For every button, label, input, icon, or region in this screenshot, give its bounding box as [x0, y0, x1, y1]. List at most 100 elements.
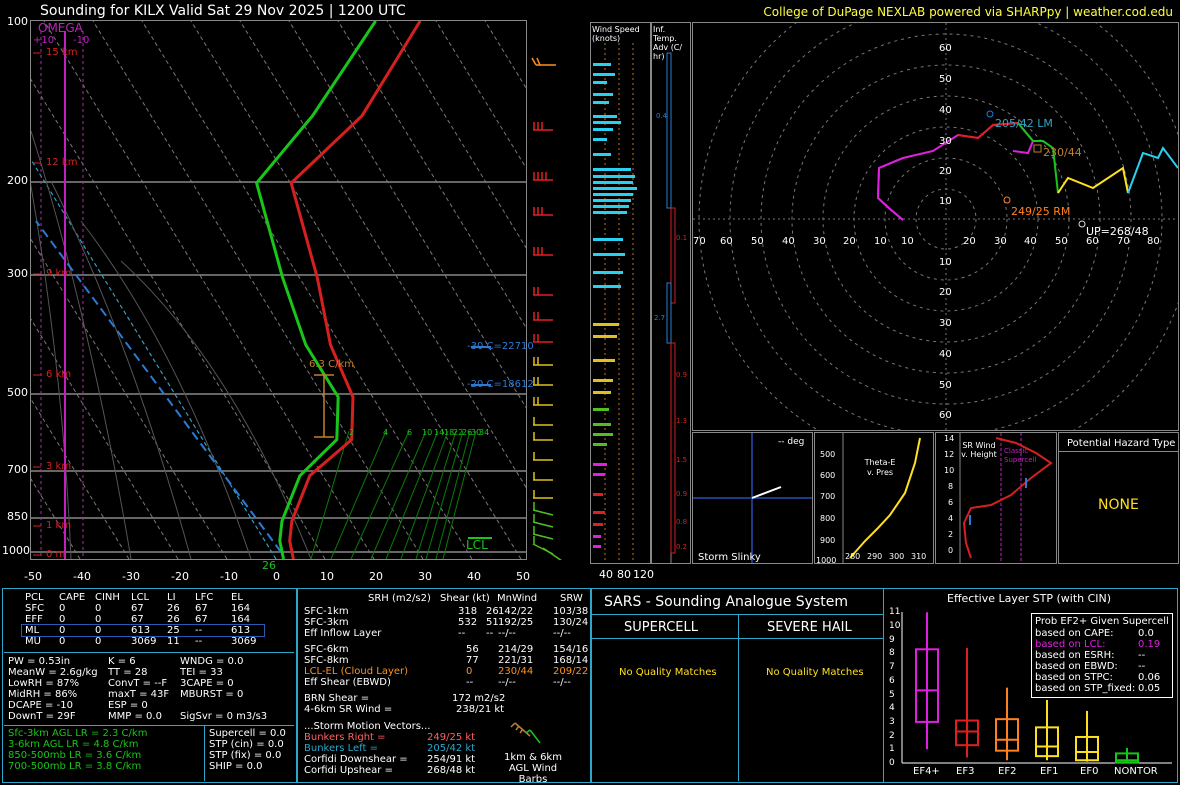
srwind-panel: SR Wind v. Height Classic Supercell 14 1… [935, 432, 1057, 564]
pcl-cell: 11 [167, 636, 180, 647]
temp-tick: 10 [320, 570, 334, 583]
pcl-cell: -- [195, 636, 203, 647]
hodo-up-label: UP=268/48 [1086, 225, 1149, 238]
hodo-x: 10 [901, 236, 914, 247]
stp-legend-value: 0.0 [1138, 628, 1154, 639]
barbs-caption: 1km & 6km AGL Wind Barbs [504, 752, 562, 785]
hodo-ring: 30 [939, 318, 952, 329]
kin-cell: 209/22 [553, 666, 589, 677]
kin-cell: 221/31 [498, 655, 534, 666]
temp-tick: -50 [24, 570, 42, 583]
wind-speed-panel: Wind Speed (knots) [590, 22, 651, 564]
index-value: DownT = 29F [8, 711, 76, 722]
hodo-x: 50 [1055, 236, 1068, 247]
pcl-hdr: PCL [25, 592, 44, 603]
sars-box [590, 588, 884, 783]
wind-speed-bar [593, 433, 613, 436]
stp-ytick: 5 [889, 689, 895, 700]
temp-adv-panel: Inf. Temp. Adv (C/ hr) 0.4 0.1 2.7 0.9 1… [651, 22, 691, 564]
wind-speed-bar [593, 511, 605, 514]
pcl-hdr: LFC [195, 592, 214, 603]
index-value: maxT = 43F [108, 689, 170, 700]
wind-barbs [531, 57, 562, 560]
hazard-title: Potential Hazard Type [1067, 438, 1176, 449]
pcl-cell: 613 [231, 625, 251, 636]
pcl-hdr: CAPE [59, 592, 86, 603]
hodo-ring: 30 [939, 136, 952, 147]
hodo-x: 20 [843, 236, 856, 247]
kin-cell: 0 [466, 666, 473, 677]
wind-speed-tick: 80 [617, 568, 631, 581]
temp-adv-value: 0.1 [676, 234, 688, 242]
temp-adv-value: 0.9 [676, 490, 688, 498]
mixing-label: 34 [479, 428, 490, 437]
temp-adv-value: 2.7 [654, 314, 666, 322]
theta-x: 280 [845, 552, 861, 561]
wind-speed-tick: 40 [599, 568, 613, 581]
pressure-tick: 850 [7, 510, 28, 523]
kin-cell: 532 [458, 617, 478, 628]
pcl-cell: 613 [131, 625, 151, 636]
table-row: MU 0 0 3069 11 -- 3069 [22, 636, 264, 647]
lapse-line: 850-500mb LR = 3.6 C/km [8, 750, 142, 761]
hodo-ring: 40 [939, 105, 952, 116]
mixing-label: 4 [383, 428, 389, 437]
temp-tick: -30 [122, 570, 140, 583]
pcl-hdr: CINH [95, 592, 120, 603]
pcl-cell: 0 [59, 603, 66, 614]
pcl-hdr: LCL [131, 592, 150, 603]
srwind-y: 6 [948, 498, 954, 507]
stp-ytick: 1 [889, 744, 895, 755]
cdn-label: Corfidi Downshear = [304, 754, 408, 765]
pcl-cell: 3069 [131, 636, 157, 647]
pressure-tick: 200 [7, 174, 28, 187]
hodo-mean-label: 230/44 [1043, 146, 1082, 159]
stp-box [1115, 747, 1139, 764]
kin-cell: 130/24 [553, 617, 589, 628]
temp-tick: 20 [369, 570, 383, 583]
wind-speed-bar [593, 175, 635, 178]
stp-ytick: 3 [889, 716, 895, 727]
br-label: Bunkers Right = [304, 732, 386, 743]
wind-speed-bar [593, 271, 623, 274]
sr46-value: 238/21 kt [456, 704, 505, 715]
kin-row-label: SFC-8km [304, 655, 349, 666]
hodo-x: 20 [963, 236, 976, 247]
pcl-cell: 0 [95, 603, 102, 614]
lapse-line: 3-6km AGL LR = 4.8 C/km [8, 739, 139, 750]
bl-label: Bunkers Left = [304, 743, 378, 754]
srwind-y: 12 [944, 450, 955, 459]
cup-value: 268/48 kt [427, 765, 476, 776]
hodo-ring: 50 [939, 74, 952, 85]
sars-title: SARS - Sounding Analogue System [604, 594, 848, 610]
kin-cell: --/-- [498, 628, 516, 639]
height-label: 0 m [46, 549, 66, 560]
omega-tick-neg: -10 [73, 35, 90, 46]
temp-adv-value: 0.4 [656, 112, 668, 120]
skewt-svg [31, 21, 526, 559]
stp-legend-label: based on STP_fixed: [1035, 683, 1136, 694]
stp-box [955, 647, 979, 758]
composite-line: SHIP = 0.0 [209, 761, 263, 772]
kin-row-label: Eff Inflow Layer [304, 628, 382, 639]
height-label: 9 km [46, 268, 72, 279]
hodo-lm-label: 205/42 LM [995, 117, 1053, 130]
wind-speed-bar [593, 423, 611, 426]
kin-row-label: LCL-EL (Cloud Layer) [304, 666, 409, 677]
hodo-ring: 60 [939, 43, 952, 54]
stp-legend-title: Prob EF2+ Given Supercell [1035, 616, 1169, 627]
table-row: EFF 0 0 67 26 67 164 [22, 614, 264, 625]
wind-speed-bar [593, 121, 621, 124]
pcl-cell: 67 [131, 614, 144, 625]
height-label: 6 km [46, 369, 72, 380]
stp-title: Effective Layer STP (with CIN) [947, 592, 1112, 605]
srwind-y: 2 [948, 530, 954, 539]
hazard-value: NONE [1098, 497, 1139, 513]
wind-speed-bar [593, 205, 629, 208]
srwind-classic: Classic Supercell [1004, 447, 1037, 464]
theta-y: 800 [820, 514, 836, 523]
stp-legend-label: based on EBWD: [1035, 661, 1118, 672]
kin-cell: --/-- [553, 677, 571, 688]
index-value: ConvT = --F [108, 678, 168, 689]
pcl-hdr: LI [167, 592, 176, 603]
